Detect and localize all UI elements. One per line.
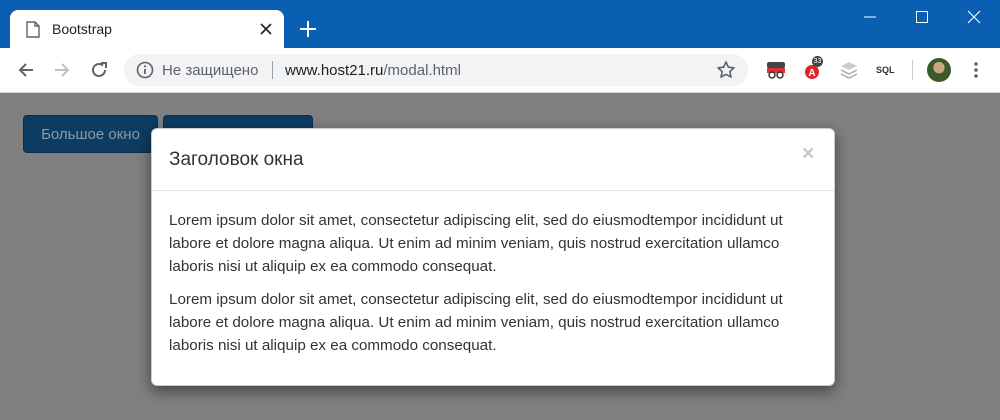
browser-toolbar: Не защищено www.host21.ru/modal.html A 3…: [0, 48, 1000, 93]
back-arrow-icon[interactable]: [16, 60, 36, 80]
sql-extension-icon[interactable]: SQL: [876, 65, 895, 75]
modal-header: Заголовок окна ×: [152, 129, 834, 191]
modal-paragraph: Lorem ipsum dolor sit amet, consectetur …: [169, 291, 783, 354]
menu-dots-icon[interactable]: [966, 60, 986, 80]
close-tab-icon[interactable]: [258, 21, 274, 37]
profile-avatar[interactable]: [927, 58, 951, 82]
address-divider: [272, 61, 273, 79]
modal-close-button[interactable]: ×: [802, 143, 814, 164]
modal-title: Заголовок окна: [169, 149, 304, 170]
incognito-extension-icon[interactable]: [765, 60, 787, 80]
window-titlebar: Bootstrap: [0, 0, 1000, 48]
modal-body: Lorem ipsum dolor sit amet, consectetur …: [169, 209, 819, 367]
extension-badge: 33: [812, 56, 823, 67]
reload-icon[interactable]: [89, 60, 109, 80]
url-path: /modal.html: [383, 62, 461, 79]
browser-tab[interactable]: Bootstrap: [10, 10, 284, 48]
url-text[interactable]: www.host21.ru/modal.html: [285, 62, 461, 79]
forward-arrow-icon[interactable]: [52, 60, 72, 80]
tab-title: Bootstrap: [52, 21, 112, 37]
toolbar-divider: [912, 60, 913, 80]
info-icon[interactable]: [136, 61, 154, 79]
bookmark-star-icon[interactable]: [716, 60, 736, 80]
large-window-button[interactable]: Большое окно: [23, 115, 158, 153]
modal-dialog: Заголовок окна × Lorem ipsum dolor sit a…: [151, 128, 835, 386]
document-icon: [26, 21, 40, 38]
minimize-icon[interactable]: [859, 8, 881, 26]
svg-text:A: A: [808, 68, 815, 79]
address-bar[interactable]: Не защищено www.host21.ru/modal.html: [124, 54, 748, 86]
security-status: Не защищено: [162, 62, 259, 79]
close-window-icon[interactable]: [963, 8, 985, 26]
maximize-icon[interactable]: [911, 8, 933, 26]
new-tab-icon[interactable]: [299, 20, 317, 38]
url-host: www.host21.ru: [285, 62, 384, 79]
modal-paragraph: Lorem ipsum dolor sit amet, consectetur …: [169, 212, 783, 275]
layers-extension-icon[interactable]: [839, 60, 859, 80]
